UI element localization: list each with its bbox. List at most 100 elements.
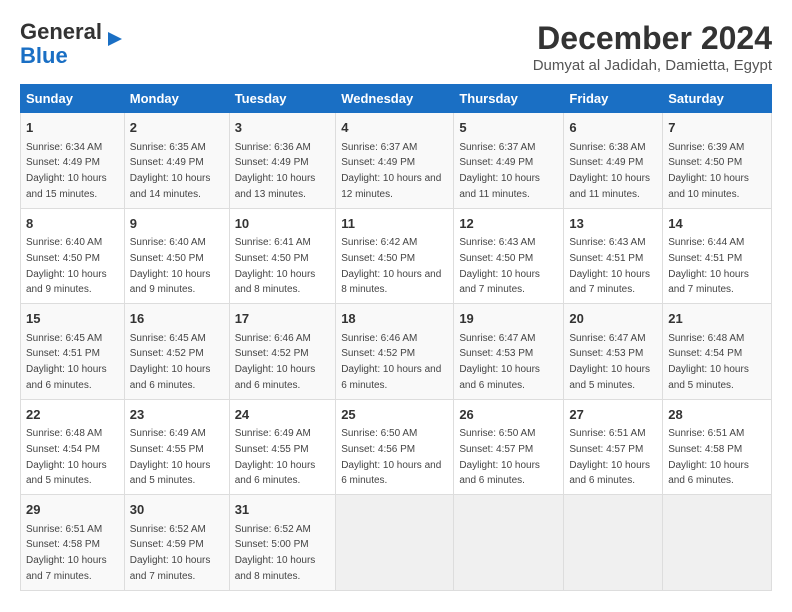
day-info: Sunrise: 6:45 AMSunset: 4:52 PMDaylight:… (130, 333, 211, 391)
day-info: Sunrise: 6:50 AMSunset: 4:57 PMDaylight:… (459, 428, 540, 486)
calendar-cell: 22Sunrise: 6:48 AMSunset: 4:54 PMDayligh… (21, 399, 125, 495)
calendar-cell: 16 Sunrise: 6:45 AMSunset: 4:52 PMDayligh… (124, 304, 229, 400)
day-number: 29 (26, 500, 119, 520)
calendar-row: 22Sunrise: 6:48 AMSunset: 4:54 PMDayligh… (21, 399, 772, 495)
day-number: 3 (235, 118, 331, 138)
calendar-cell: 13 Sunrise: 6:43 AMSunset: 4:51 PMDayligh… (564, 208, 663, 304)
day-number: 15 (26, 309, 119, 329)
day-info: Sunrise: 6:52 AMSunset: 4:59 PMDaylight:… (130, 524, 211, 582)
page-subtitle: Dumyat al Jadidah, Damietta, Egypt (533, 57, 772, 74)
day-number: 30 (130, 500, 224, 520)
day-number: 11 (341, 214, 448, 234)
day-info: Sunrise: 6:51 AMSunset: 4:58 PMDaylight:… (668, 428, 749, 486)
day-number: 14 (668, 214, 766, 234)
day-number: 8 (26, 214, 119, 234)
day-info: Sunrise: 6:44 AMSunset: 4:51 PMDaylight:… (668, 237, 749, 295)
day-info: Sunrise: 6:48 AMSunset: 4:54 PMDaylight:… (26, 428, 107, 486)
col-thursday: Thursday (454, 85, 564, 113)
calendar-cell: 10 Sunrise: 6:41 AMSunset: 4:50 PMDayligh… (229, 208, 336, 304)
day-number: 7 (668, 118, 766, 138)
day-number: 13 (569, 214, 657, 234)
day-info: Sunrise: 6:52 AMSunset: 5:00 PMDaylight:… (235, 524, 316, 582)
day-info: Sunrise: 6:42 AMSunset: 4:50 PMDaylight:… (341, 237, 441, 295)
day-number: 10 (235, 214, 331, 234)
calendar-cell: 2Sunrise: 6:35 AMSunset: 4:49 PMDaylight… (124, 113, 229, 209)
calendar-row: 15 Sunrise: 6:45 AMSunset: 4:51 PMDayligh… (21, 304, 772, 400)
calendar-cell: 18 Sunrise: 6:46 AMSunset: 4:52 PMDayligh… (336, 304, 454, 400)
logo-arrow-icon (104, 28, 126, 50)
day-info: Sunrise: 6:45 AMSunset: 4:51 PMDaylight:… (26, 333, 107, 391)
calendar-cell: 9 Sunrise: 6:40 AMSunset: 4:50 PMDaylight… (124, 208, 229, 304)
col-saturday: Saturday (663, 85, 772, 113)
col-wednesday: Wednesday (336, 85, 454, 113)
calendar-cell: 19 Sunrise: 6:47 AMSunset: 4:53 PMDayligh… (454, 304, 564, 400)
day-info: Sunrise: 6:47 AMSunset: 4:53 PMDaylight:… (459, 333, 540, 391)
calendar-cell: 8Sunrise: 6:40 AMSunset: 4:50 PMDaylight… (21, 208, 125, 304)
calendar-cell: 6 Sunrise: 6:38 AMSunset: 4:49 PMDaylight… (564, 113, 663, 209)
calendar-cell: 3 Sunrise: 6:36 AMSunset: 4:49 PMDaylight… (229, 113, 336, 209)
calendar-cell (663, 495, 772, 591)
day-info: Sunrise: 6:46 AMSunset: 4:52 PMDaylight:… (235, 333, 316, 391)
calendar-cell: 11 Sunrise: 6:42 AMSunset: 4:50 PMDayligh… (336, 208, 454, 304)
day-info: Sunrise: 6:49 AMSunset: 4:55 PMDaylight:… (130, 428, 211, 486)
calendar-cell: 20Sunrise: 6:47 AMSunset: 4:53 PMDayligh… (564, 304, 663, 400)
calendar-cell: 5 Sunrise: 6:37 AMSunset: 4:49 PMDaylight… (454, 113, 564, 209)
day-info: Sunrise: 6:49 AMSunset: 4:55 PMDaylight:… (235, 428, 316, 486)
col-friday: Friday (564, 85, 663, 113)
calendar-cell: 30 Sunrise: 6:52 AMSunset: 4:59 PMDayligh… (124, 495, 229, 591)
logo-line2: Blue (20, 43, 68, 68)
calendar-table: Sunday Monday Tuesday Wednesday Thursday… (20, 84, 772, 591)
calendar-row: 1Sunrise: 6:34 AMSunset: 4:49 PMDaylight… (21, 113, 772, 209)
day-number: 5 (459, 118, 558, 138)
day-info: Sunrise: 6:37 AMSunset: 4:49 PMDaylight:… (459, 142, 540, 200)
day-info: Sunrise: 6:38 AMSunset: 4:49 PMDaylight:… (569, 142, 650, 200)
day-number: 31 (235, 500, 331, 520)
logo: General Blue (20, 20, 126, 68)
calendar-cell: 25Sunrise: 6:50 AMSunset: 4:56 PMDayligh… (336, 399, 454, 495)
day-number: 19 (459, 309, 558, 329)
logo-text: General Blue (20, 20, 102, 68)
day-number: 16 (130, 309, 224, 329)
calendar-cell: 23 Sunrise: 6:49 AMSunset: 4:55 PMDayligh… (124, 399, 229, 495)
calendar-cell: 31 Sunrise: 6:52 AMSunset: 5:00 PMDayligh… (229, 495, 336, 591)
day-info: Sunrise: 6:40 AMSunset: 4:50 PMDaylight:… (130, 237, 211, 295)
day-number: 26 (459, 405, 558, 425)
page-title: December 2024 (533, 20, 772, 57)
day-number: 12 (459, 214, 558, 234)
day-info: Sunrise: 6:41 AMSunset: 4:50 PMDaylight:… (235, 237, 316, 295)
logo-line1: General (20, 19, 102, 44)
day-number: 28 (668, 405, 766, 425)
day-info: Sunrise: 6:43 AMSunset: 4:50 PMDaylight:… (459, 237, 540, 295)
calendar-cell (454, 495, 564, 591)
calendar-cell (336, 495, 454, 591)
calendar-row: 29 Sunrise: 6:51 AMSunset: 4:58 PMDayligh… (21, 495, 772, 591)
calendar-cell: 15 Sunrise: 6:45 AMSunset: 4:51 PMDayligh… (21, 304, 125, 400)
day-number: 18 (341, 309, 448, 329)
calendar-cell: 29 Sunrise: 6:51 AMSunset: 4:58 PMDayligh… (21, 495, 125, 591)
calendar-cell: 26 Sunrise: 6:50 AMSunset: 4:57 PMDayligh… (454, 399, 564, 495)
day-info: Sunrise: 6:43 AMSunset: 4:51 PMDaylight:… (569, 237, 650, 295)
header-row: Sunday Monday Tuesday Wednesday Thursday… (21, 85, 772, 113)
day-number: 9 (130, 214, 224, 234)
calendar-cell: 17Sunrise: 6:46 AMSunset: 4:52 PMDayligh… (229, 304, 336, 400)
day-number: 21 (668, 309, 766, 329)
col-sunday: Sunday (21, 85, 125, 113)
calendar-cell: 4 Sunrise: 6:37 AMSunset: 4:49 PMDaylight… (336, 113, 454, 209)
day-number: 23 (130, 405, 224, 425)
calendar-cell: 1Sunrise: 6:34 AMSunset: 4:49 PMDaylight… (21, 113, 125, 209)
day-number: 24 (235, 405, 331, 425)
day-number: 4 (341, 118, 448, 138)
day-info: Sunrise: 6:46 AMSunset: 4:52 PMDaylight:… (341, 333, 441, 391)
title-block: December 2024 Dumyat al Jadidah, Damiett… (533, 20, 772, 74)
day-info: Sunrise: 6:34 AMSunset: 4:49 PMDaylight:… (26, 142, 107, 200)
calendar-cell: 27 Sunrise: 6:51 AMSunset: 4:57 PMDayligh… (564, 399, 663, 495)
day-info: Sunrise: 6:37 AMSunset: 4:49 PMDaylight:… (341, 142, 441, 200)
day-info: Sunrise: 6:51 AMSunset: 4:57 PMDaylight:… (569, 428, 650, 486)
day-info: Sunrise: 6:36 AMSunset: 4:49 PMDaylight:… (235, 142, 316, 200)
calendar-cell: 28 Sunrise: 6:51 AMSunset: 4:58 PMDayligh… (663, 399, 772, 495)
day-info: Sunrise: 6:51 AMSunset: 4:58 PMDaylight:… (26, 524, 107, 582)
calendar-cell: 7Sunrise: 6:39 AMSunset: 4:50 PMDaylight… (663, 113, 772, 209)
calendar-cell: 14 Sunrise: 6:44 AMSunset: 4:51 PMDayligh… (663, 208, 772, 304)
day-number: 27 (569, 405, 657, 425)
day-number: 6 (569, 118, 657, 138)
